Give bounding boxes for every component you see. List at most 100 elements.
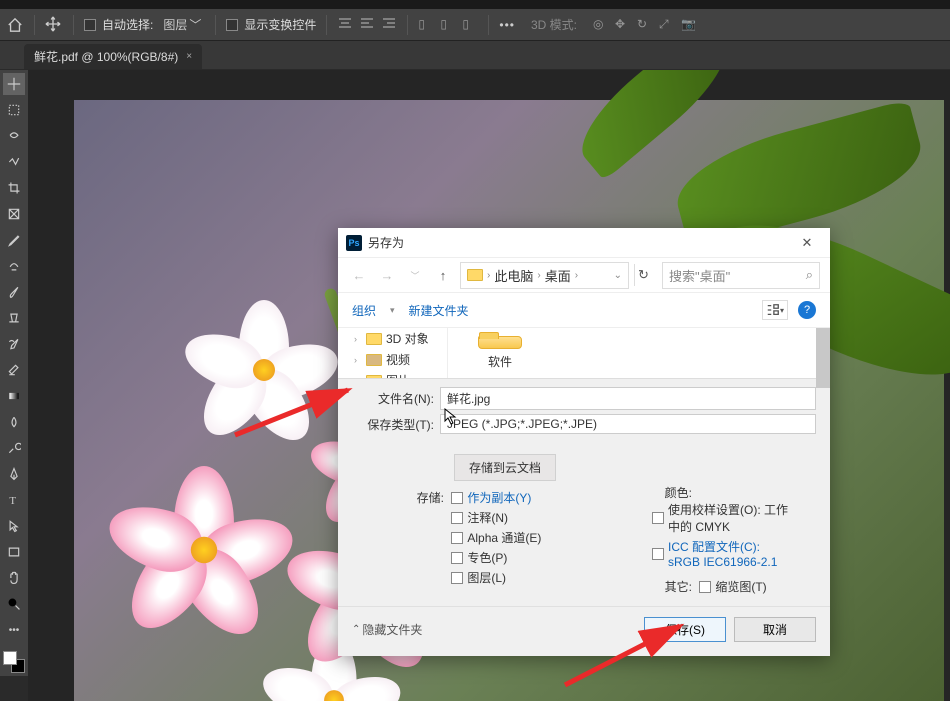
align-icon-2[interactable] <box>359 17 375 33</box>
spot-checkbox[interactable]: 专色(P) <box>451 549 541 566</box>
search-input[interactable]: 搜索"桌面" ⌕ <box>662 262 820 289</box>
alpha-checkbox[interactable]: Alpha 通道(E) <box>451 529 541 546</box>
hand-tool[interactable] <box>3 567 25 589</box>
photoshop-icon: Ps <box>346 235 362 251</box>
distribute-icon-2[interactable]: ▯ <box>440 17 456 33</box>
icc-profile-checkbox[interactable]: ICC 配置文件(C): sRGB IEC61966-2.1 <box>652 538 792 569</box>
move-tool[interactable] <box>3 73 25 95</box>
dialog-titlebar[interactable]: Ps 另存为 ✕ <box>338 228 830 258</box>
foreground-color[interactable] <box>3 651 17 665</box>
3d-pan-icon[interactable]: ✥ <box>615 17 631 33</box>
layer-dropdown[interactable]: 图层 ﹀ <box>159 15 205 34</box>
auto-select-checkbox[interactable] <box>84 19 96 31</box>
nav-recent-dropdown[interactable]: ﹀ <box>404 264 426 286</box>
view-mode-button[interactable]: ▾ <box>762 300 788 320</box>
dialog-form: 文件名(N): 鲜花.jpg 保存类型(T): JPEG (*.JPG;*.JP… <box>338 378 830 446</box>
path-select-tool[interactable] <box>3 515 25 537</box>
thumbnail-checkbox[interactable]: 缩览图(T) <box>699 578 766 595</box>
move-tool-icon[interactable] <box>45 16 63 34</box>
hide-folders-link[interactable]: ⌃ 隐藏文件夹 <box>352 621 422 638</box>
eraser-tool[interactable] <box>3 359 25 381</box>
save-options-label: 存储: <box>352 489 448 506</box>
nav-back-button[interactable]: ← <box>348 264 370 286</box>
pen-tool[interactable] <box>3 463 25 485</box>
as-copy-checkbox[interactable]: 作为副本(Y) <box>451 489 541 506</box>
tree-item-videos[interactable]: ›视频 <box>338 349 447 370</box>
3d-orbit-icon[interactable]: ◎ <box>593 17 609 33</box>
scrollbar[interactable] <box>816 328 830 378</box>
toolbox: T ••• <box>0 70 28 676</box>
show-transform-checkbox[interactable] <box>226 19 238 31</box>
document-tab[interactable]: 鲜花.pdf @ 100%(RGB/8#) × <box>24 44 202 69</box>
nav-forward-button[interactable]: → <box>376 264 398 286</box>
cancel-button[interactable]: 取消 <box>734 617 816 642</box>
brush-tool[interactable] <box>3 281 25 303</box>
color-swatch[interactable] <box>3 651 25 673</box>
separator <box>488 15 489 35</box>
auto-select-label: 自动选择: <box>102 16 153 33</box>
quick-select-tool[interactable] <box>3 151 25 173</box>
refresh-button[interactable]: ↻ <box>634 264 656 286</box>
distribute-icon-3[interactable]: ▯ <box>462 17 478 33</box>
artboard-tool[interactable] <box>3 99 25 121</box>
dialog-options: 存储到云文档 存储: 作为副本(Y) 注释(N) Alpha 通道(E) 专色(… <box>338 446 830 606</box>
use-proof-checkbox[interactable]: 使用校样设置(O): 工作中的 CMYK <box>652 501 792 535</box>
type-tool[interactable]: T <box>3 489 25 511</box>
save-button[interactable]: 保存(S) <box>644 617 726 642</box>
nav-up-button[interactable]: ↑ <box>432 264 454 286</box>
close-tab-icon[interactable]: × <box>186 51 192 62</box>
gradient-tool[interactable] <box>3 385 25 407</box>
dodge-tool[interactable] <box>3 437 25 459</box>
history-brush-tool[interactable] <box>3 333 25 355</box>
scrollbar-thumb[interactable] <box>816 328 830 388</box>
3d-roll-icon[interactable]: ↻ <box>637 17 653 33</box>
chevron-down-icon: ﹀ <box>189 16 201 33</box>
tab-title: 鲜花.pdf @ 100%(RGB/8#) <box>34 48 178 65</box>
search-placeholder: 搜索"桌面" <box>669 266 730 285</box>
dialog-body: ›3D 对象 ›视频 ›图片 ›文档 ›下载 ›音乐 桌面 软件 <box>338 328 830 378</box>
path-breadcrumb[interactable]: › 此电脑 › 桌面 › ⌄ <box>460 262 629 289</box>
edit-toolbar-icon[interactable]: ••• <box>3 619 25 641</box>
eyedropper-tool[interactable] <box>3 229 25 251</box>
filetype-label: 保存类型(T): <box>352 416 440 433</box>
dialog-nav: ← → ﹀ ↑ › 此电脑 › 桌面 › ⌄ ↻ 搜索"桌面" ⌕ <box>338 258 830 292</box>
3d-scale-icon[interactable]: ⤢ <box>659 17 675 33</box>
breadcrumb-segment[interactable]: 此电脑 <box>494 266 533 285</box>
align-icon-3[interactable] <box>381 17 397 33</box>
blur-tool[interactable] <box>3 411 25 433</box>
path-dropdown-icon[interactable]: ⌄ <box>614 270 622 281</box>
help-icon[interactable]: ? <box>798 301 816 319</box>
save-to-cloud-button[interactable]: 存储到云文档 <box>454 454 556 481</box>
file-item-folder[interactable]: 软件 <box>464 336 536 370</box>
align-icon-1[interactable] <box>337 17 353 33</box>
options-bar: 自动选择: 图层 ﹀ 显示变换控件 ▯ ▯ ▯ ••• 3D 模式: ◎ ✥ ↻… <box>0 9 950 41</box>
zoom-tool[interactable] <box>3 593 25 615</box>
home-icon[interactable] <box>6 16 24 34</box>
file-list[interactable]: 软件 <box>448 328 830 378</box>
crop-tool[interactable] <box>3 177 25 199</box>
tree-item-3d-objects[interactable]: ›3D 对象 <box>338 328 447 349</box>
save-as-dialog: Ps 另存为 ✕ ← → ﹀ ↑ › 此电脑 › 桌面 › ⌄ ↻ 搜索"桌面"… <box>338 228 830 656</box>
clone-stamp-tool[interactable] <box>3 307 25 329</box>
layers-checkbox[interactable]: 图层(L) <box>451 569 541 586</box>
3d-camera-icon[interactable]: 📷 <box>681 17 697 33</box>
folder-tree: ›3D 对象 ›视频 ›图片 ›文档 ›下载 ›音乐 桌面 <box>338 328 448 378</box>
top-menubar <box>0 0 950 9</box>
shape-tool[interactable] <box>3 541 25 563</box>
lasso-tool[interactable] <box>3 125 25 147</box>
filename-input[interactable]: 鲜花.jpg <box>440 387 816 410</box>
organize-menu[interactable]: 组织 <box>352 302 376 319</box>
distribute-icon-1[interactable]: ▯ <box>418 17 434 33</box>
new-folder-button[interactable]: 新建文件夹 <box>409 302 469 319</box>
healing-brush-tool[interactable] <box>3 255 25 277</box>
filetype-select[interactable]: JPEG (*.JPG;*.JPEG;*.JPE) <box>440 414 816 434</box>
other-options-label: 其它: <box>652 578 696 595</box>
more-options-icon[interactable]: ••• <box>499 18 515 32</box>
tree-item-pictures[interactable]: ›图片 <box>338 370 447 378</box>
frame-tool[interactable] <box>3 203 25 225</box>
dialog-footer: ⌃ 隐藏文件夹 保存(S) 取消 <box>338 606 830 656</box>
close-dialog-button[interactable]: ✕ <box>792 231 822 255</box>
breadcrumb-segment[interactable]: 桌面 <box>545 266 571 285</box>
notes-checkbox[interactable]: 注释(N) <box>451 509 541 526</box>
file-item-label: 软件 <box>488 353 512 370</box>
